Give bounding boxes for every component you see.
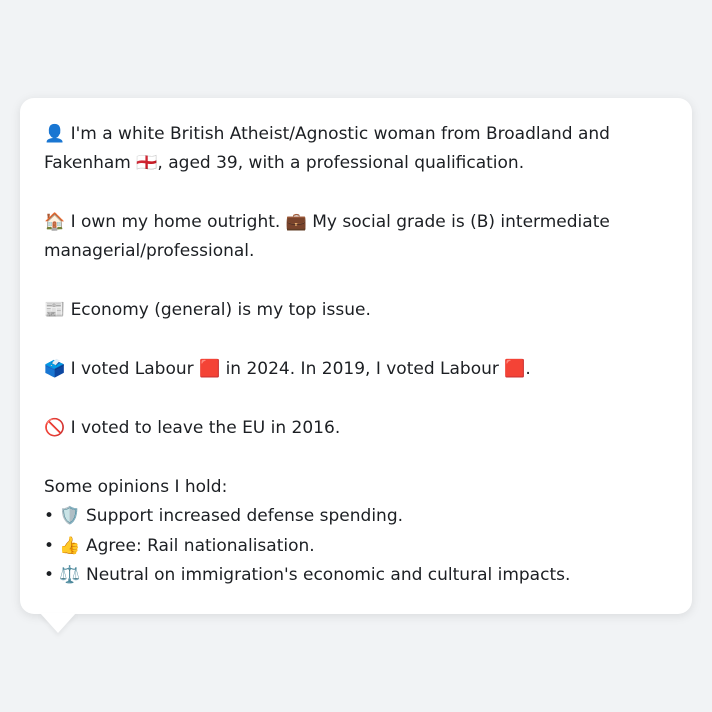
bubble-tail <box>40 613 76 633</box>
opinion-item-immigration: • ⚖️ Neutral on immigration's economic a… <box>44 565 571 585</box>
home-and-grade-text: 🏠 I own my home outright. 💼 My social gr… <box>44 212 610 261</box>
voting-history-text: 🗳️ I voted Labour 🟥 in 2024. In 2019, I … <box>44 359 531 379</box>
opinion-item-rail: • 👍 Agree: Rail nationalisation. <box>44 535 315 556</box>
brexit-vote-text: 🚫 I voted to leave the EU in 2016. <box>44 418 341 438</box>
profile-message-bubble: 👤 I'm a white British Atheist/Agnostic w… <box>20 98 692 614</box>
top-issue-text: 📰 Economy (general) is my top issue. <box>44 300 371 320</box>
opinions-list: • 🛡️ Support increased defense spending.… <box>44 502 668 591</box>
opinion-item-defense: • 🛡️ Support increased defense spending. <box>44 506 404 526</box>
opinions-heading: Some opinions I hold: <box>44 477 228 497</box>
identity-text: 👤 I'm a white British Atheist/Agnostic w… <box>44 124 610 173</box>
